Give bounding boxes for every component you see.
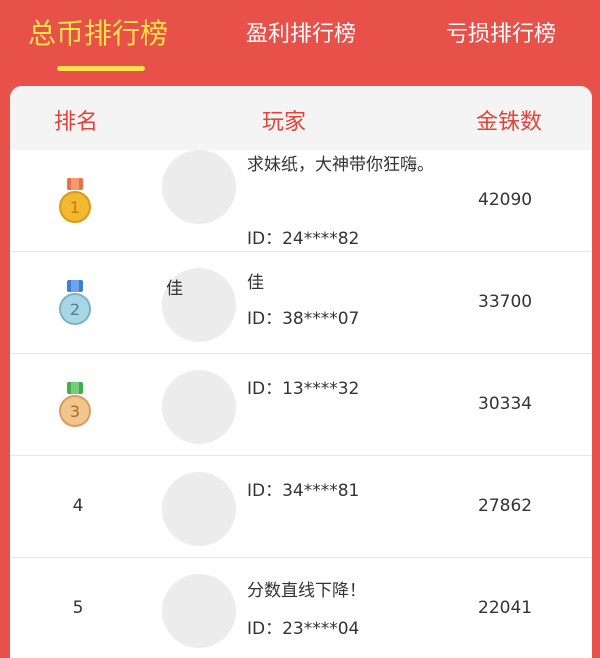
tab-total-coins-ranking[interactable]: 总币排行榜	[28, 12, 168, 52]
avatar	[162, 574, 236, 648]
header-player: 玩家	[262, 110, 307, 135]
medal-number: 1	[70, 198, 80, 217]
medal-number: 3	[70, 402, 80, 421]
player-id: ID：23****04	[247, 619, 360, 639]
silver-medal-icon: 2	[59, 280, 91, 325]
player-name: 求妹纸，大神带你狂嗨。	[247, 155, 434, 175]
avatar	[162, 370, 236, 444]
coin-count: 42090	[478, 190, 533, 210]
coin-count: 30334	[478, 394, 533, 414]
tab-loss-ranking[interactable]: 亏损排行榜	[446, 16, 556, 48]
table-header: 排名 玩家 金铢数	[10, 86, 592, 150]
player-id: ID：24****82	[247, 229, 360, 249]
table-row[interactable]: 3 ID：13****32 30334	[10, 354, 592, 456]
table-row[interactable]: 2 佳 佳 ID：38****07 33700	[10, 252, 592, 354]
tab-profit-ranking[interactable]: 盈利排行榜	[246, 16, 356, 48]
leaderboard-card: 排名 玩家 金铢数 1 求妹纸，大神带你狂嗨。 ID：24****82 4209…	[10, 86, 592, 658]
header-coins: 金铢数	[476, 110, 543, 135]
active-tab-indicator	[57, 66, 145, 71]
coin-count: 33700	[478, 292, 533, 312]
avatar	[162, 472, 236, 546]
bronze-medal-icon: 3	[59, 382, 91, 427]
player-id: ID：13****32	[247, 379, 360, 399]
top-tab-bar: 总币排行榜 盈利排行榜 亏损排行榜	[0, 0, 600, 86]
medal-number: 2	[70, 300, 80, 319]
table-row[interactable]: 1 求妹纸，大神带你狂嗨。 ID：24****82 42090	[10, 150, 592, 252]
coin-count: 22041	[478, 598, 533, 618]
table-row[interactable]: 5 分数直线下降！ ID：23****04 22041	[10, 558, 592, 658]
gold-medal-icon: 1	[59, 178, 91, 223]
avatar-text: 佳	[166, 279, 183, 299]
player-id: ID：34****81	[247, 481, 360, 501]
player-name: 佳	[247, 273, 264, 293]
avatar	[162, 150, 236, 224]
header-rank: 排名	[54, 110, 99, 135]
table-row[interactable]: 4 ID：34****81 27862	[10, 456, 592, 558]
rank-number: 5	[72, 598, 84, 618]
coin-count: 27862	[478, 496, 533, 516]
rank-number: 4	[72, 496, 84, 516]
player-name: 分数直线下降！	[247, 581, 366, 601]
player-id: ID：38****07	[247, 309, 360, 329]
